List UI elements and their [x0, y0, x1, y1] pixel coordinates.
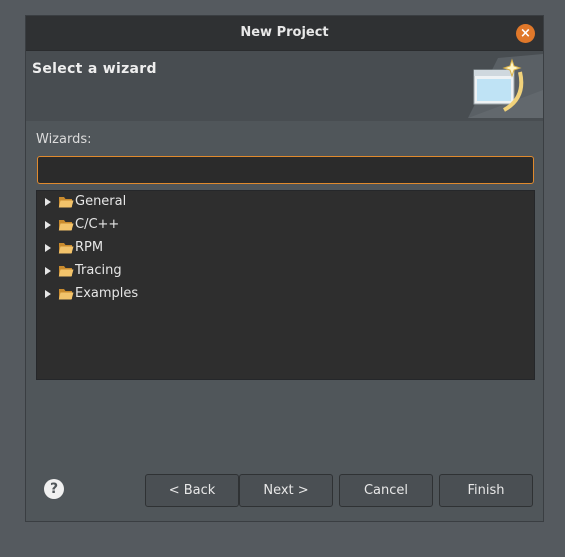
- tree-item-c-cpp[interactable]: C/C++: [37, 214, 534, 236]
- tree-item-label: C/C++: [75, 217, 120, 232]
- close-button[interactable]: ×: [516, 24, 535, 43]
- tree-item-label: Tracing: [75, 263, 122, 278]
- tree-item-label: RPM: [75, 240, 104, 255]
- tree-item-tracing[interactable]: Tracing: [37, 260, 534, 282]
- back-button[interactable]: < Back: [145, 474, 239, 507]
- folder-icon: [58, 197, 74, 208]
- folder-icon: [58, 243, 74, 254]
- finish-button[interactable]: Finish: [439, 474, 533, 507]
- expand-arrow-icon[interactable]: [45, 290, 51, 298]
- next-button[interactable]: Next >: [239, 474, 333, 507]
- wizard-tree[interactable]: General C/C++ RPM Tracing Examples: [36, 190, 535, 380]
- new-project-dialog: New Project × Select a wizard Wizards: G…: [25, 15, 544, 522]
- tree-item-label: Examples: [75, 286, 139, 301]
- wizards-label: Wizards:: [36, 132, 92, 147]
- expand-arrow-icon[interactable]: [45, 244, 51, 252]
- expand-arrow-icon[interactable]: [45, 198, 51, 206]
- tree-item-rpm[interactable]: RPM: [37, 237, 534, 259]
- new-wizard-banner-icon: [468, 54, 543, 118]
- folder-icon: [58, 289, 74, 300]
- expand-arrow-icon[interactable]: [45, 267, 51, 275]
- help-icon[interactable]: ?: [44, 479, 64, 499]
- tree-item-examples[interactable]: Examples: [37, 283, 534, 305]
- wizard-filter-input[interactable]: [37, 156, 534, 184]
- title-bar[interactable]: New Project ×: [26, 16, 543, 51]
- page-title: Select a wizard: [32, 61, 157, 77]
- window-title: New Project: [240, 25, 329, 40]
- cancel-button[interactable]: Cancel: [339, 474, 433, 507]
- wizard-header: Select a wizard: [26, 51, 543, 121]
- tree-item-label: General: [75, 194, 127, 209]
- folder-icon: [58, 220, 74, 231]
- folder-icon: [58, 266, 74, 277]
- expand-arrow-icon[interactable]: [45, 221, 51, 229]
- tree-item-general[interactable]: General: [37, 191, 534, 213]
